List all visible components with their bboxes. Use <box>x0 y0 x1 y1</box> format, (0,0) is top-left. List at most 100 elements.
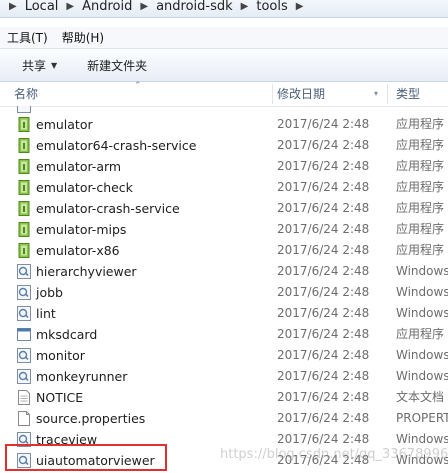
file-date: 2017/6/24 2:48 <box>277 306 370 320</box>
file-name: source.properties <box>36 411 146 426</box>
file-row[interactable]: emulator-mips 2017/6/24 2:48 应用程序 <box>0 219 448 240</box>
file-type: Windows <box>396 264 448 278</box>
file-date: 2017/6/24 2:48 <box>277 222 370 236</box>
file-row[interactable]: jobb 2017/6/24 2:48 Windows <box>0 282 448 303</box>
file-date: 2017/6/24 2:48 <box>277 180 370 194</box>
highlight-box <box>5 444 167 471</box>
file-row[interactable]: emulator-arm 2017/6/24 2:48 应用程序 <box>0 156 448 177</box>
batch-icon <box>17 369 31 384</box>
batch-icon <box>17 306 31 321</box>
app-window-icon <box>17 327 31 342</box>
file-name: mksdcard <box>36 327 98 342</box>
breadcrumb-android-sdk[interactable]: android-sdk <box>153 0 236 14</box>
file-row[interactable]: mksdcard 2017/6/24 2:48 应用程序 <box>0 324 448 345</box>
file-name: emulator64-crash-service <box>36 138 197 153</box>
list-item[interactable]: e <box>0 106 448 114</box>
sort-caret-icon: ⌃ <box>134 81 142 91</box>
file-date: 2017/6/24 2:48 <box>277 348 370 362</box>
column-divider[interactable] <box>272 84 273 104</box>
file-type: 应用程序 <box>396 243 445 257</box>
file-row[interactable]: emulator-check 2017/6/24 2:48 应用程序 <box>0 177 448 198</box>
file-name: monkeyrunner <box>36 369 128 384</box>
exe-icon <box>17 201 31 216</box>
menu-bar: 工具(T) 帮助(H) <box>0 27 448 49</box>
file-row[interactable]: lint 2017/6/24 2:48 Windows <box>0 303 448 324</box>
file-row[interactable]: monkeyrunner 2017/6/24 2:48 Windows <box>0 366 448 387</box>
column-header: ⌃ 名称 修改日期 ▾ 类型 <box>0 81 448 107</box>
file-row[interactable]: emulator64-crash-service 2017/6/24 2:48 应用… <box>0 135 448 156</box>
breadcrumb-android[interactable]: Android <box>79 0 135 14</box>
file-date: 2017/6/24 2:48 <box>277 243 370 257</box>
file-row[interactable]: source.properties 2017/6/24 2:48 PROPERT <box>0 408 448 429</box>
file-name: emulator-arm <box>36 159 122 174</box>
batch-icon <box>17 348 31 363</box>
exe-icon <box>17 159 31 174</box>
file-name: emulator-mips <box>36 222 127 237</box>
file-row[interactable]: monitor 2017/6/24 2:48 Windows <box>0 345 448 366</box>
file-name: emulator-crash-service <box>36 201 180 216</box>
exe-icon <box>17 243 31 258</box>
breadcrumb-separator-icon[interactable]: ▶ <box>236 1 254 12</box>
file-type: 应用程序 <box>396 180 445 194</box>
file-type: 应用程序 <box>396 201 445 215</box>
file-date: 2017/6/24 2:48 <box>277 138 370 152</box>
file-date: 2017/6/24 2:48 <box>277 390 370 404</box>
file-type: Windows <box>396 369 448 383</box>
file-date: 2017/6/24 2:48 <box>277 117 370 131</box>
exe-icon <box>17 138 31 153</box>
new-folder-label: 新建文件夹 <box>87 58 148 73</box>
command-bar: 共享 ▼ 新建文件夹 <box>0 49 448 82</box>
file-type: Windows <box>396 285 448 299</box>
file-type: Windows <box>396 306 448 320</box>
file-name: emulator-check <box>36 180 133 195</box>
file-type: 应用程序 <box>396 117 445 131</box>
file-date: 2017/6/24 2:48 <box>277 159 370 173</box>
batch-icon <box>17 106 31 113</box>
address-bar[interactable]: ▶ Local ▶ Android ▶ android-sdk ▶ tools … <box>0 0 448 18</box>
file-date: 2017/6/24 2:48 <box>277 264 370 278</box>
blank-file-icon <box>17 411 31 426</box>
file-row[interactable]: emulator-crash-service 2017/6/24 2:48 应用程序 <box>0 198 448 219</box>
file-type: PROPERT <box>396 411 448 425</box>
column-date[interactable]: 修改日期 <box>277 82 325 106</box>
breadcrumb-separator-icon[interactable]: ▶ <box>291 1 309 12</box>
exe-icon <box>17 222 31 237</box>
exe-icon <box>17 180 31 195</box>
file-type: 应用程序 <box>396 159 445 173</box>
text-file-icon <box>17 390 31 405</box>
batch-icon <box>17 285 31 300</box>
file-type: Windows <box>396 348 448 362</box>
file-row[interactable]: hierarchyviewer 2017/6/24 2:48 Windows <box>0 261 448 282</box>
breadcrumb-tools[interactable]: tools <box>253 0 290 14</box>
menu-tools[interactable]: 工具(T) <box>0 29 55 46</box>
file-type: 文本文档 <box>396 390 445 404</box>
file-date: 2017/6/24 2:48 <box>277 411 370 425</box>
file-name: emulator <box>36 117 93 132</box>
file-type: 应用程序 <box>396 138 445 152</box>
file-type: 应用程序 <box>396 222 445 236</box>
share-button[interactable]: 共享 ▼ <box>14 55 65 76</box>
file-name: monitor <box>36 348 85 363</box>
file-date: 2017/6/24 2:48 <box>277 327 370 341</box>
watermark: https://blog.csdn.net/qq_33678996 <box>220 447 448 462</box>
column-name[interactable]: 名称 <box>14 82 38 106</box>
file-date: 2017/6/24 2:48 <box>277 285 370 299</box>
column-divider[interactable] <box>387 84 388 104</box>
file-row[interactable]: NOTICE 2017/6/24 2:48 文本文档 <box>0 387 448 408</box>
menu-help[interactable]: 帮助(H) <box>55 29 111 46</box>
breadcrumb: ▶ Local ▶ Android ▶ android-sdk ▶ tools … <box>4 0 308 15</box>
file-name: lint <box>36 306 56 321</box>
file-row[interactable]: emulator 2017/6/24 2:48 应用程序 <box>0 114 448 135</box>
share-label: 共享 <box>22 58 47 73</box>
breadcrumb-local[interactable]: Local <box>22 0 62 14</box>
file-name: emulator-x86 <box>36 243 120 258</box>
breadcrumb-separator-icon[interactable]: ▶ <box>135 1 153 12</box>
batch-icon <box>17 264 31 279</box>
new-folder-button[interactable]: 新建文件夹 <box>79 55 155 76</box>
file-row[interactable]: emulator-x86 2017/6/24 2:48 应用程序 <box>0 240 448 261</box>
file-type: 应用程序 <box>396 327 445 341</box>
column-dropdown-icon[interactable]: ▾ <box>374 82 378 106</box>
breadcrumb-separator-icon[interactable]: ▶ <box>61 1 79 12</box>
exe-icon <box>17 117 31 132</box>
column-type[interactable]: 类型 <box>396 82 420 106</box>
